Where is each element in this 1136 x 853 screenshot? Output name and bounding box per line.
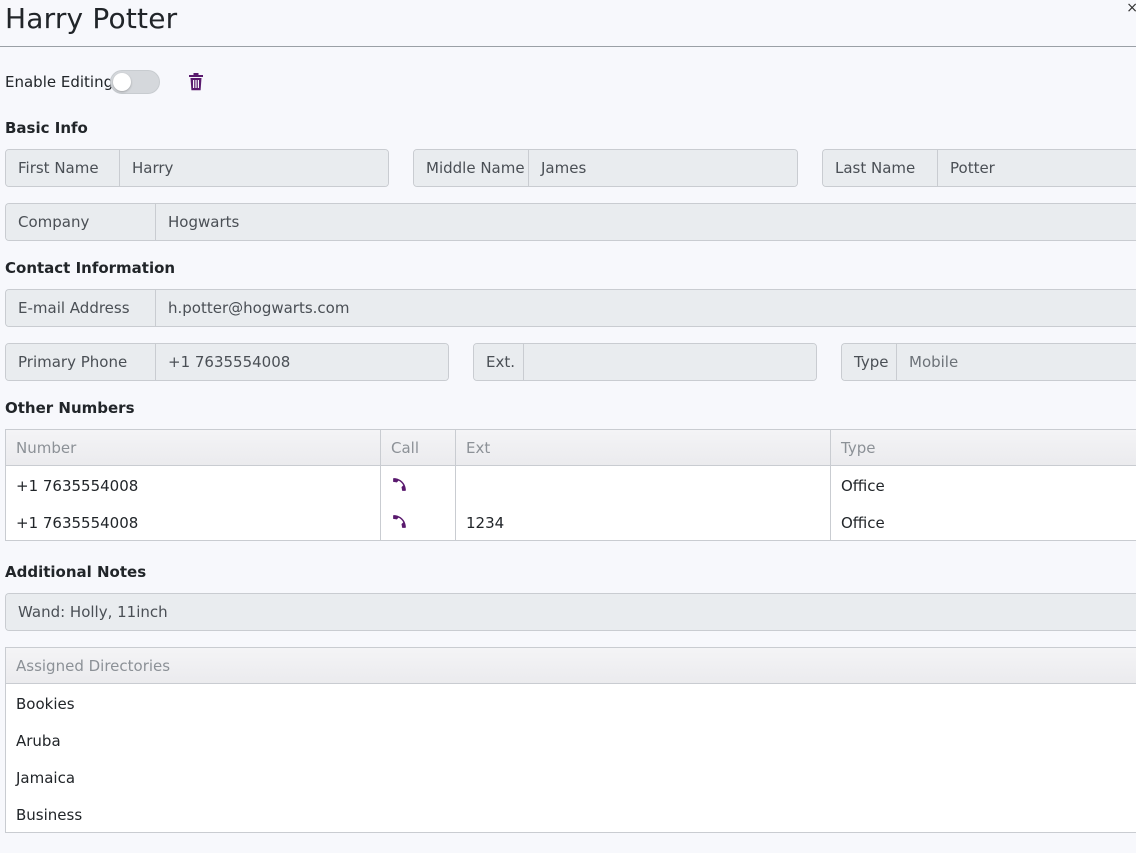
list-item[interactable]: Bookies [16, 685, 75, 722]
company-field[interactable]: Company Hogwarts [5, 203, 1136, 241]
call-cell [381, 503, 408, 540]
row-ext [456, 467, 466, 504]
company-value[interactable]: Hogwarts [156, 204, 1136, 240]
list-item[interactable]: Business [16, 796, 82, 833]
row-number: +1 7635554008 [16, 476, 139, 495]
table-header: Number Call Ext Type [6, 430, 1136, 466]
email-value[interactable]: h.potter@hogwarts.com [156, 290, 1136, 326]
ext-field[interactable]: Ext. [473, 343, 817, 381]
contact-detail-page: Harry Potter × Enable Editing Basic Info… [0, 0, 1136, 853]
list-item[interactable]: Aruba [16, 722, 61, 759]
last-name-value[interactable]: Potter [938, 150, 1136, 186]
page-header: Harry Potter × [0, 0, 1136, 47]
column-header-call[interactable]: Call [381, 430, 419, 466]
row-ext: 1234 [466, 513, 505, 532]
middle-name-label: Middle Name [414, 150, 529, 186]
toggle-knob [113, 73, 131, 91]
list-item[interactable]: Jamaica [16, 759, 75, 796]
primary-phone-value[interactable]: +1 7635554008 [156, 344, 448, 380]
directories-header-label: Assigned Directories [16, 657, 171, 675]
column-header-ext[interactable]: Ext [456, 430, 490, 466]
notes-value[interactable]: Wand: Holly, 11inch [6, 594, 1136, 630]
assigned-directories-list: Assigned Directories Bookies Aruba Jamai… [5, 647, 1136, 833]
first-name-label: First Name [6, 150, 120, 186]
last-name-label: Last Name [823, 150, 938, 186]
row-type: Office [841, 513, 885, 532]
basic-info-heading: Basic Info [5, 119, 88, 137]
last-name-field[interactable]: Last Name Potter [822, 149, 1136, 187]
phone-icon[interactable] [391, 513, 408, 530]
primary-phone-label: Primary Phone [6, 344, 156, 380]
company-label: Company [6, 204, 156, 240]
trash-icon[interactable] [188, 73, 204, 91]
enable-editing-label: Enable Editing [5, 73, 114, 91]
enable-editing-toggle[interactable] [110, 70, 160, 94]
email-field[interactable]: E-mail Address h.potter@hogwarts.com [5, 289, 1136, 327]
directories-header: Assigned Directories [6, 648, 1136, 684]
other-numbers-table: Number Call Ext Type +1 7635554008 Offic… [5, 429, 1136, 541]
middle-name-value[interactable]: James [529, 150, 797, 186]
contact-info-heading: Contact Information [5, 259, 176, 277]
row-type: Office [841, 476, 885, 495]
type-label: Type [842, 344, 897, 380]
other-numbers-heading: Other Numbers [5, 399, 135, 417]
first-name-value[interactable]: Harry [120, 150, 388, 186]
column-header-number[interactable]: Number [6, 430, 76, 466]
row-number: +1 7635554008 [16, 513, 139, 532]
close-button[interactable]: × [1126, 0, 1136, 16]
first-name-field[interactable]: First Name Harry [5, 149, 389, 187]
ext-value[interactable] [524, 344, 816, 380]
column-header-type[interactable]: Type [831, 430, 875, 466]
primary-phone-field[interactable]: Primary Phone +1 7635554008 [5, 343, 449, 381]
notes-field[interactable]: Wand: Holly, 11inch [5, 593, 1136, 631]
additional-notes-heading: Additional Notes [5, 563, 147, 581]
type-field[interactable]: Type Mobile [841, 343, 1136, 381]
call-cell [381, 466, 408, 503]
ext-label: Ext. [474, 344, 524, 380]
type-select[interactable]: Mobile [897, 344, 1136, 380]
email-label: E-mail Address [6, 290, 156, 326]
page-title: Harry Potter [5, 2, 178, 35]
middle-name-field[interactable]: Middle Name James [413, 149, 798, 187]
phone-icon[interactable] [391, 476, 408, 493]
